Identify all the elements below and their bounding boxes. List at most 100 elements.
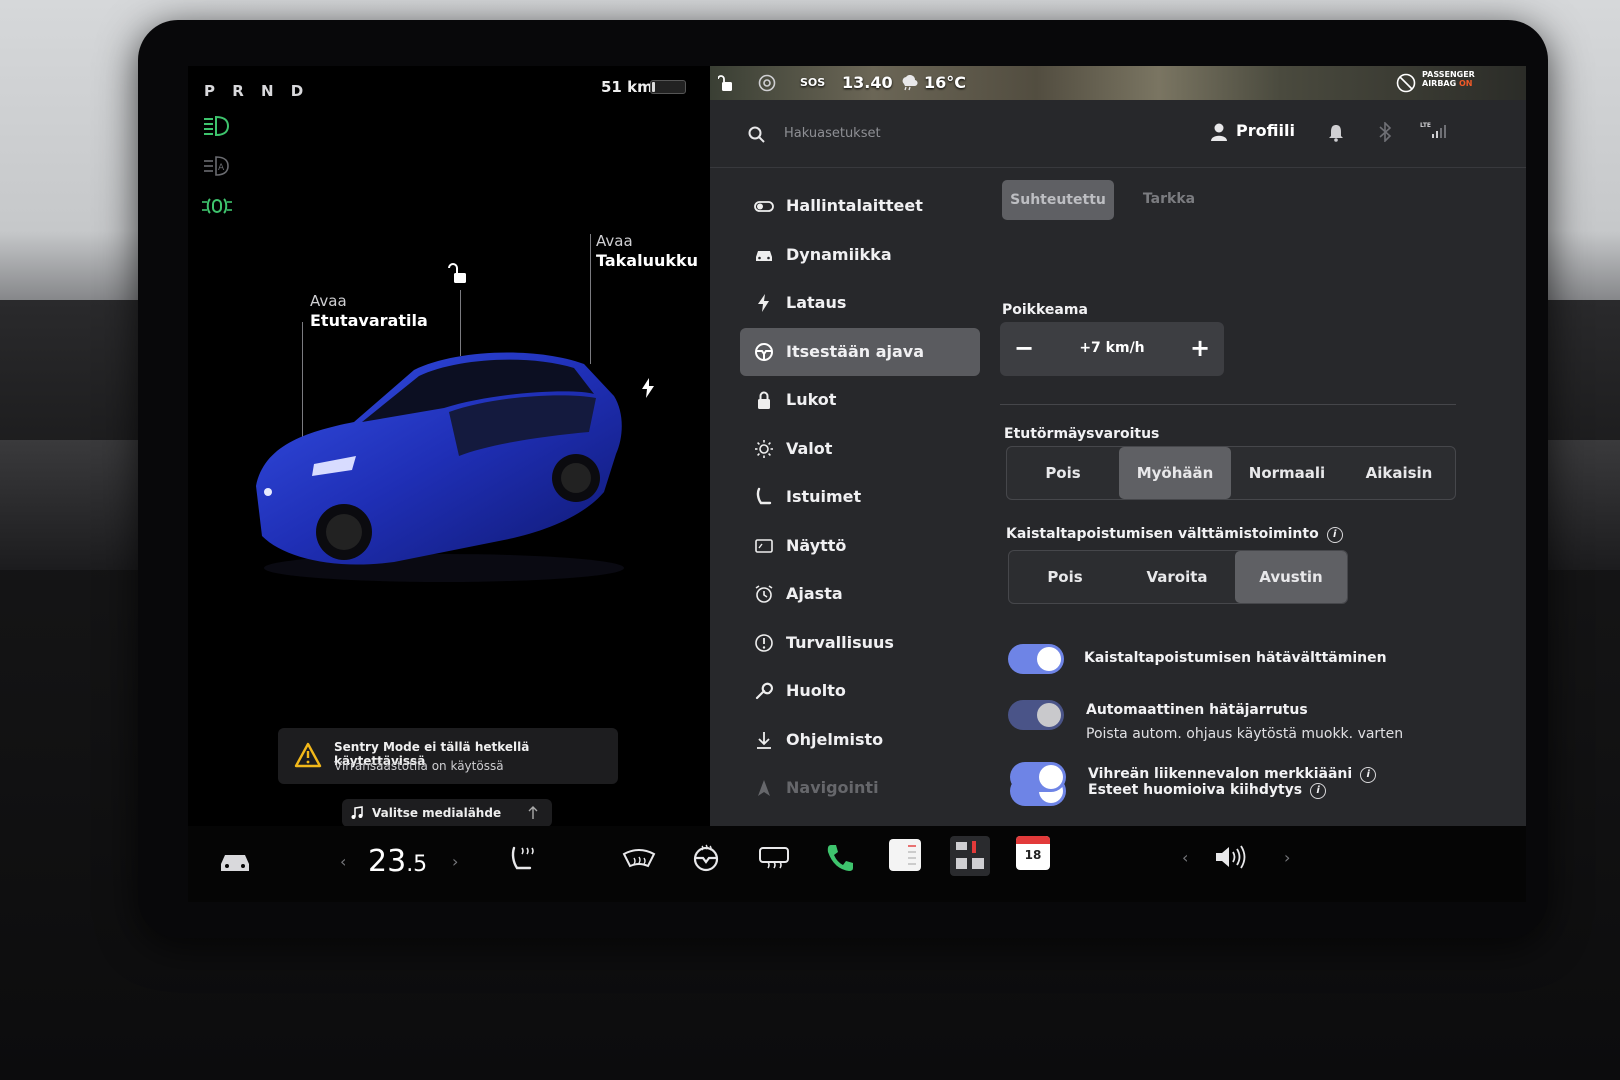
nav-item-ohjelmisto[interactable]: Ohjelmisto <box>740 716 980 765</box>
nav-item-dynamiikka[interactable]: Dynamiikka <box>740 231 980 280</box>
frunk-action-label: Avaa <box>310 292 347 310</box>
settings-top-bar: Hakuasetukset Profiili LTE <box>710 100 1526 168</box>
battery-icon <box>650 80 686 94</box>
info-icon[interactable]: i <box>1310 783 1327 799</box>
battery-level <box>652 82 656 92</box>
seat-heater-icon[interactable] <box>508 844 538 874</box>
volume-down-arrow[interactable]: ‹ <box>1182 848 1188 867</box>
profile-icon[interactable] <box>1210 122 1228 142</box>
range-readout: 51 km <box>601 78 653 96</box>
seat-icon <box>756 487 772 505</box>
fcw-option-aikaisin[interactable]: Aikaisin <box>1343 447 1455 499</box>
nav-label: Istuimet <box>786 487 862 506</box>
speed-mode-suhteutettu[interactable]: Suhteutettu <box>1002 180 1114 220</box>
bluetooth-icon[interactable] <box>1378 122 1392 142</box>
rear-defrost-icon[interactable] <box>758 846 790 870</box>
sentry-status-icon <box>758 74 776 92</box>
nav-label: Turvallisuus <box>786 632 894 652</box>
cabin-temperature[interactable]: 23.5 <box>368 844 427 879</box>
green-light-chime-toggle[interactable] <box>1010 762 1066 792</box>
alert-circle-icon <box>755 633 773 652</box>
nav-item-itsestaan-ajava[interactable]: Itsestään ajava <box>740 327 980 376</box>
lda-title: Kaistaltapoistumisen välttämistoiminto i <box>1006 526 1343 543</box>
volume-icon[interactable] <box>1214 844 1248 870</box>
nav-item-istuimet[interactable]: Istuimet <box>740 473 980 522</box>
sun-icon <box>755 439 773 458</box>
nav-label: Lukot <box>786 390 837 409</box>
notepad-app-icon[interactable] <box>888 838 922 872</box>
airbag-state: ON <box>1458 79 1473 88</box>
nav-item-lukot[interactable]: Lukot <box>740 376 980 425</box>
profile-button[interactable]: Profiili <box>1236 121 1295 140</box>
temp-down-arrow[interactable]: ‹ <box>340 852 346 871</box>
charge-port-icon[interactable] <box>640 378 656 398</box>
nav-item-turvallisuus[interactable]: Turvallisuus <box>740 619 980 668</box>
nav-item-naytto[interactable]: Näyttö <box>740 522 980 571</box>
car-icon[interactable] <box>218 850 252 874</box>
svg-text:A: A <box>218 163 225 173</box>
calendar-app-icon[interactable]: 18 <box>1016 836 1050 870</box>
airbag-off-icon <box>1396 73 1416 93</box>
car-3d-view <box>256 352 624 582</box>
media-source-button[interactable]: Valitse medialähde <box>342 799 552 827</box>
automatic-emergency-braking-toggle[interactable] <box>1008 700 1064 730</box>
lda-option-avustin[interactable]: Avustin <box>1235 551 1347 603</box>
settings-panel: Hakuasetukset Profiili LTE Hallintalaitt… <box>710 100 1526 826</box>
navigation-icon <box>758 780 770 796</box>
parking-light-icon[interactable] <box>202 194 232 218</box>
nav-item-huolto[interactable]: Huolto <box>740 667 980 716</box>
auto-highbeam-icon[interactable]: A <box>202 154 232 178</box>
aeb-label: Automaattinen hätäjarrutus <box>1086 702 1308 718</box>
emergency-lane-departure-toggle[interactable] <box>1008 644 1064 674</box>
temp-up-arrow[interactable]: › <box>452 852 458 871</box>
fcw-option-normaali[interactable]: Normaali <box>1231 447 1343 499</box>
lda-option-pois[interactable]: Pois <box>1009 551 1121 603</box>
nav-item-lataus[interactable]: Lataus <box>740 279 980 328</box>
bell-icon[interactable] <box>1328 124 1344 142</box>
nav-item-valot[interactable]: Valot <box>740 425 980 474</box>
lda-option-varoita[interactable]: Varoita <box>1121 551 1233 603</box>
fcw-option-myohaan[interactable]: Myöhään <box>1119 447 1231 499</box>
sos-indicator[interactable]: SOS <box>800 76 825 89</box>
nav-item-navigointi[interactable]: Navigointi <box>740 764 980 813</box>
nav-item-ajasta[interactable]: Ajasta <box>740 570 980 619</box>
speed-mode-selector: Suhteutettu Tarkka <box>1002 180 1224 222</box>
nav-label: Ohjelmisto <box>786 729 884 749</box>
settings-nav: Hallintalaitteet Dynamiikka Lataus Itses… <box>740 182 980 813</box>
search-input[interactable]: Hakuasetukset <box>784 126 881 141</box>
volume-up-arrow[interactable]: › <box>1284 848 1290 867</box>
nav-label: Lataus <box>786 293 847 312</box>
offset-title: Poikkeama <box>1002 302 1088 318</box>
fcw-option-pois[interactable]: Pois <box>1007 447 1119 499</box>
search-icon[interactable] <box>748 126 766 144</box>
calendar-header <box>1016 836 1050 844</box>
front-defrost-icon[interactable] <box>622 848 656 870</box>
nav-label: Hallintalaitteet <box>786 196 923 215</box>
nav-label: Huolto <box>786 681 846 700</box>
unlocked-status-icon <box>718 75 732 91</box>
phone-icon[interactable] <box>824 842 856 874</box>
frunk-button[interactable]: Avaa Etutavaratila <box>310 292 428 330</box>
arrow-up-icon[interactable] <box>528 806 538 820</box>
temp-decimal: .5 <box>406 852 428 877</box>
car-panel: P R N D 51 km A Avaa Etutavaratila Avaa … <box>188 66 708 827</box>
nav-label: Navigointi <box>786 778 879 797</box>
speed-mode-tarkka[interactable]: Tarkka <box>1114 180 1224 220</box>
app-launcher-icon[interactable] <box>950 836 990 876</box>
airbag-line2: AIRBAG <box>1422 79 1457 88</box>
download-icon <box>757 731 771 749</box>
info-icon[interactable]: i <box>1326 527 1343 543</box>
passenger-airbag-status: PASSENGER AIRBAG ON <box>1422 70 1475 88</box>
headlight-icon[interactable] <box>202 114 232 138</box>
unlock-icon[interactable] <box>448 262 472 286</box>
info-icon[interactable]: i <box>1360 767 1377 783</box>
car-icon <box>756 250 772 261</box>
nav-item-hallintalaitteet[interactable]: Hallintalaitteet <box>740 182 980 231</box>
increment-button[interactable]: + <box>1190 334 1210 362</box>
green-light-chime-row: Vihreän liikennevalon merkkiääni i <box>1088 766 1377 783</box>
nav-label: Näyttö <box>786 535 847 555</box>
trunk-button[interactable]: Avaa Takaluukku <box>596 232 698 270</box>
steering-heater-icon[interactable] <box>692 844 720 872</box>
music-note-icon <box>351 806 363 819</box>
wrench-icon <box>755 682 774 700</box>
